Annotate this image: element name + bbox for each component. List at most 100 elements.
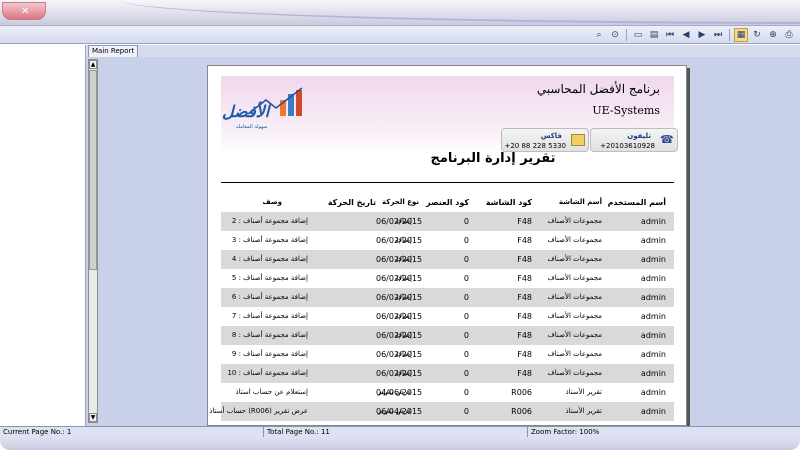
table-row: admin مجموعات الأصناف F48 0 إضافة 06/02/2015 إ… [221,307,674,326]
prev-page-icon[interactable]: ◀ [679,28,693,42]
cell-desc: إضافة مجموعة أصناف : 7 [231,312,308,320]
table-row: admin مجموعات الأصناف F48 0 إضافة 06/02/2015 إ… [221,212,674,231]
table-row: admin تقرير الأستاذ R006 0 عرض تقرير 06/04/20… [209,402,674,421]
header-screen: أسم الشاشة [558,198,602,206]
fax-box: فاكس +20 88 228 5330 [501,128,589,152]
phone-label: تليفون [627,132,651,140]
cell-user: admin [640,388,666,397]
cell-desc: إضافة مجموعة أصناف : 8 [231,331,308,339]
cell-desc: إضافة مجموعة أصناف : 2 [231,217,308,225]
cell-date: 06/02/2015 [376,217,423,226]
table-row: admin مجموعات الأصناف F48 0 إضافة 06/02/2015 إ… [221,345,674,364]
cell-desc: إضافة مجموعة أصناف : 9 [231,350,308,358]
table-body: admin مجموعات الأصناف F48 0 إضافة 06/02/2015 إ… [209,212,674,421]
cell-item-code: 0 [463,274,469,283]
cell-item-code: 0 [463,369,469,378]
fax-value: +20 88 228 5330 [504,142,566,150]
tree-icon[interactable]: ▦ [734,28,748,42]
cell-item-code: 0 [463,236,469,245]
fax-label: فاكس [540,132,562,140]
cell-screen: تقرير الأستاذ [565,388,602,396]
cell-screen-code: F48 [517,350,532,359]
cell-desc: إضافة مجموعة أصناف : 6 [231,293,308,301]
cell-date: 06/02/2015 [376,236,423,245]
zoom-icon[interactable]: ⊕ [766,28,780,42]
toolbar-separator [626,29,627,41]
cell-date: 06/02/2015 [376,369,423,378]
cell-screen: تقرير الأستاذ [565,407,602,415]
cell-date: 04/06/2015 [376,388,423,397]
cell-item-code: 0 [463,255,469,264]
binoculars-icon[interactable]: ⊙ [608,28,622,42]
phone-value: +20103610928 [600,142,655,150]
current-page-status: Current Page No.: 1 [0,427,264,437]
copy-icon[interactable]: ▭ [631,28,645,42]
cell-screen: مجموعات الأصناف [547,312,602,320]
table-row: admin تقرير الأستاذ R006 0 عرض تقرير 04/06/20… [221,383,674,402]
cell-desc: إستعلام عن حساب استاذ [235,388,308,396]
cell-desc: إضافة مجموعة أصناف : 5 [231,274,308,282]
cell-screen-code: F48 [517,331,532,340]
logo-text: الأفضل [222,102,270,121]
table-row: admin مجموعات الأصناف F48 0 إضافة 06/02/2015 إ… [221,326,674,345]
table-header: أسم المستخدم أسم الشاشة كود الشاشة كود ا… [221,192,674,212]
cell-item-code: 0 [463,407,469,416]
window-bottom-frame [0,437,800,450]
next-page-icon[interactable]: ▶ [695,28,709,42]
table-row: admin مجموعات الأصناف F48 0 إضافة 06/02/2015 إ… [221,269,674,288]
close-button[interactable]: ✕ [2,2,46,20]
phone-box: تليفون +20103610928 ☎ [590,128,678,152]
cell-screen-code: F48 [517,369,532,378]
cell-desc: إضافة مجموعة أصناف : 10 [227,369,308,377]
header-desc: وصف [262,198,282,206]
report-table: أسم المستخدم أسم الشاشة كود الشاشة كود ا… [209,192,674,421]
cell-screen-code: F48 [517,293,532,302]
scroll-thumb[interactable] [89,70,97,270]
refresh-icon[interactable]: ↻ [750,28,764,42]
cell-user: admin [640,255,666,264]
scroll-up-icon[interactable]: ▲ [89,60,97,69]
titlebar-decoration [120,0,800,24]
first-page-icon[interactable]: ⏮ [663,28,677,42]
report-title: تقرير إدارة البرنامج [430,151,556,166]
scroll-down-icon[interactable]: ▼ [89,413,97,422]
cell-user: admin [640,293,666,302]
cell-screen: مجموعات الأصناف [547,331,602,339]
cell-user: admin [640,236,666,245]
cell-screen-code: F48 [517,312,532,321]
print-icon[interactable]: ⎙ [782,28,796,42]
header-divider [221,182,674,183]
last-page-icon[interactable]: ⏭ [711,28,725,42]
cell-user: admin [640,369,666,378]
cell-screen-code: F48 [517,274,532,283]
vertical-scrollbar[interactable]: ▲ ▼ [88,59,98,423]
cell-screen: مجموعات الأصناف [547,350,602,358]
total-page-status: Total Page No.: 11 [264,427,528,437]
export-icon[interactable]: ▤ [647,28,661,42]
cell-date: 06/04/2015 [376,407,423,416]
find-icon[interactable]: ⌕ [592,28,606,42]
close-icon: ✕ [21,6,30,17]
cell-screen-code: R006 [511,388,532,397]
header-screen-code: كود الشاشة [485,198,532,207]
report-page: الأفضل سهولة المعامله برنامج الأفضل المح… [207,65,687,426]
group-tree-panel[interactable] [0,45,86,426]
company-name-english: UE-Systems [592,104,660,117]
fax-icon [571,134,585,146]
tab-main-report[interactable]: Main Report [88,45,139,57]
cell-screen-code: F48 [517,236,532,245]
cell-user: admin [640,407,666,416]
zoom-status: Zoom Factor: 100% [531,428,600,436]
cell-item-code: 0 [463,293,469,302]
header-user: أسم المستخدم [607,198,666,207]
table-row: admin مجموعات الأصناف F48 0 إضافة 06/02/2015 إ… [221,288,674,307]
cell-date: 06/02/2015 [376,274,423,283]
toolbar-separator [729,29,730,41]
cell-item-code: 0 [463,312,469,321]
table-row: admin مجموعات الأصناف F48 0 إضافة 06/02/2015 إ… [221,231,674,250]
cell-screen: مجموعات الأصناف [547,293,602,301]
cell-desc: حساب أستاذ (R006) عرض تقرير [209,407,308,415]
cell-date: 06/02/2015 [376,255,423,264]
cell-user: admin [640,331,666,340]
cell-screen: مجموعات الأصناف [547,274,602,282]
